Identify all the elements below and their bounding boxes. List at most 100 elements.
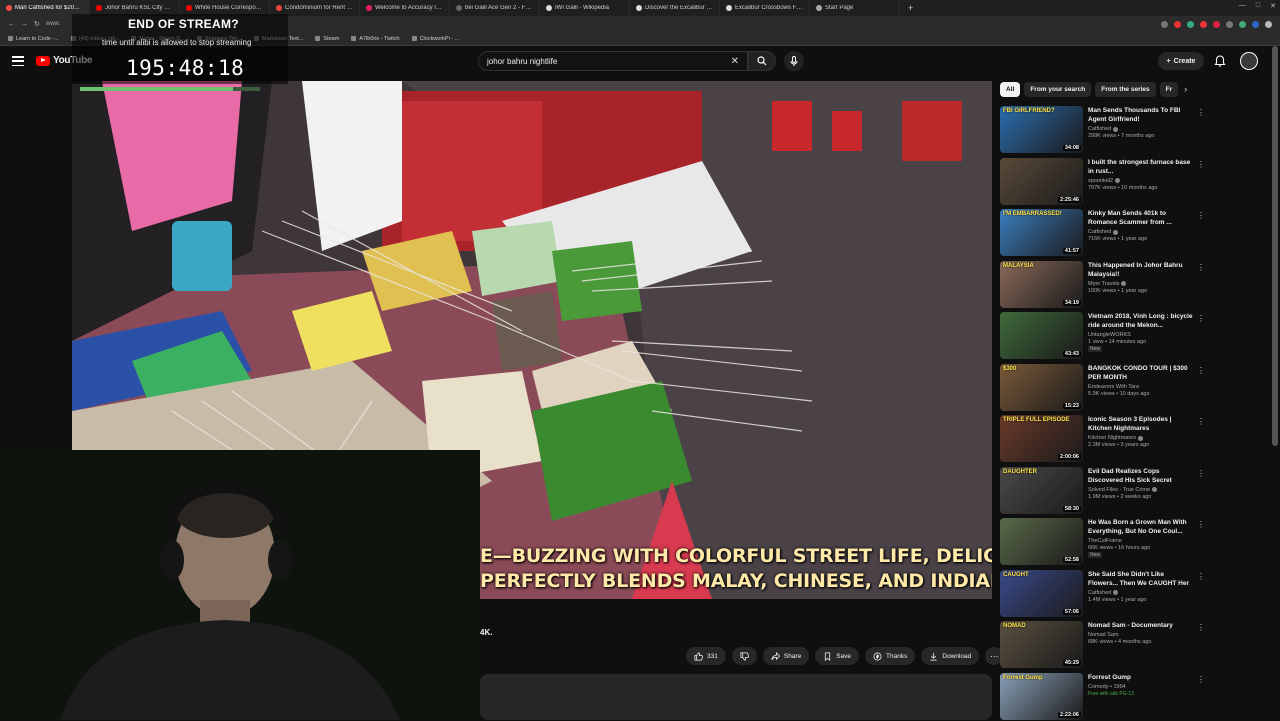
channel-name[interactable]: Catfished: [1088, 126, 1111, 132]
scrollbar[interactable]: [1272, 46, 1278, 446]
recommended-video[interactable]: DAUGHTER 58:30 Evil Dad Realizes Cops Disc…: [1000, 466, 1205, 515]
video-thumbnail[interactable]: Forrest Gump 2:22:06: [1000, 672, 1083, 720]
browser-tab[interactable]: Excalibur Crossbows From: [720, 0, 810, 16]
filter-chip[interactable]: From your search: [1024, 81, 1092, 97]
video-thumbnail[interactable]: MALAYSIA 34:19: [1000, 260, 1083, 308]
video-title[interactable]: BANGKOK CONDO TOUR | $300 PER MONTH: [1088, 364, 1194, 382]
recommended-video[interactable]: CAUGHT 57:06 She Said She Didn't Like Flow…: [1000, 569, 1205, 618]
extension-icon[interactable]: [1161, 20, 1168, 28]
channel-name[interactable]: Endeavors With Tara: [1088, 384, 1139, 390]
channel-name[interactable]: TheCutFrame: [1088, 538, 1122, 544]
filter-chip[interactable]: All: [1000, 81, 1021, 97]
video-title[interactable]: Iconic Season 3 Episodes | Kitchen Night…: [1088, 415, 1194, 433]
bookmark-item[interactable]: Learn to Code -...: [8, 36, 59, 42]
clear-search-icon[interactable]: ✕: [731, 56, 739, 67]
video-title[interactable]: Man Sends Thousands To FBI Agent Girlfri…: [1088, 106, 1194, 124]
more-options-icon[interactable]: ⋮: [1197, 520, 1205, 529]
video-thumbnail[interactable]: CAUGHT 57:06: [1000, 569, 1083, 617]
extension-icon[interactable]: [1239, 20, 1246, 28]
video-thumbnail[interactable]: NOMAD 45:29: [1000, 621, 1083, 668]
recommended-video[interactable]: I'M EMBARRASSED! 41:57 Kinky Man Sends 401…: [1000, 209, 1205, 257]
recommended-video[interactable]: TRIPLE FULL EPISODE 2:00:06 Iconic Season …: [1000, 415, 1205, 463]
notifications-bell-icon[interactable]: [1213, 54, 1227, 68]
recommended-video[interactable]: Forrest Gump 2:22:06 Forrest Gump Comedy • …: [1000, 672, 1205, 721]
video-thumbnail[interactable]: I'M EMBARRASSED! 41:57: [1000, 209, 1083, 256]
extension-icon[interactable]: [1174, 20, 1181, 28]
video-title[interactable]: He Was Born a Grown Man With Everything,…: [1088, 518, 1194, 536]
browser-tab[interactable]: Discover the Excalibur Meg: [630, 0, 720, 16]
minimize-icon[interactable]: —: [1239, 2, 1246, 10]
video-thumbnail[interactable]: FBI GIRLFRIEND? 34:08: [1000, 106, 1083, 153]
channel-name[interactable]: Myer Travels: [1088, 281, 1119, 287]
browser-tab[interactable]: IWI Galil - Wikipedia: [540, 0, 630, 16]
extension-icon[interactable]: [1187, 20, 1194, 28]
description-box[interactable]: [480, 674, 992, 720]
browser-tab[interactable]: Start Page: [810, 0, 900, 16]
back-icon[interactable]: ←: [8, 21, 15, 28]
voice-search-button[interactable]: [784, 51, 804, 71]
extension-icon[interactable]: [1213, 20, 1220, 28]
more-options-icon[interactable]: ⋮: [1197, 108, 1205, 117]
more-options-icon[interactable]: ⋮: [1197, 366, 1205, 375]
chevron-right-icon[interactable]: ›: [1184, 84, 1187, 94]
search-button[interactable]: [748, 51, 776, 71]
browser-tab[interactable]: Welcome to Accuracy Inter: [360, 0, 450, 16]
recommended-video[interactable]: 43:43 Vietnam 2018, Vinh Long : bicycle r…: [1000, 312, 1205, 360]
dislike-button[interactable]: [731, 647, 757, 665]
video-thumbnail[interactable]: 2:25:46: [1000, 157, 1083, 205]
browser-tab[interactable]: bei Galil Ace Gen 2 - For Sa: [450, 0, 540, 16]
save-button[interactable]: Save: [815, 647, 860, 665]
recommended-video[interactable]: NOMAD 45:29 Nomad Sam - Documentary Nomad S…: [1000, 621, 1205, 669]
video-title[interactable]: Nomad Sam - Documentary: [1088, 621, 1194, 630]
extension-icon[interactable]: [1226, 20, 1233, 28]
close-window-icon[interactable]: ✕: [1270, 2, 1276, 10]
channel-name[interactable]: Comedy • 1994: [1088, 684, 1126, 690]
recommended-video[interactable]: $300 15:23 BANGKOK CONDO TOUR | $300 PER M…: [1000, 363, 1205, 412]
bookmark-item[interactable]: ClockworkPi - ...: [411, 36, 459, 42]
channel-name[interactable]: Catfished: [1088, 590, 1111, 596]
bookmark-item[interactable]: Steam: [315, 36, 339, 42]
video-thumbnail[interactable]: TRIPLE FULL EPISODE 2:00:06: [1000, 415, 1083, 462]
more-options-icon[interactable]: ⋮: [1197, 314, 1205, 323]
video-title[interactable]: Forrest Gump: [1088, 673, 1194, 682]
more-options-icon[interactable]: ⋮: [1197, 623, 1205, 632]
maximize-icon[interactable]: □: [1256, 2, 1260, 10]
share-button[interactable]: Share: [762, 647, 810, 665]
menu-icon[interactable]: [12, 56, 24, 66]
account-avatar[interactable]: [1240, 52, 1258, 70]
channel-name[interactable]: Solved Files - True Crime: [1088, 487, 1150, 493]
video-title[interactable]: Vietnam 2018, Vinh Long : bicycle ride a…: [1088, 312, 1194, 330]
extension-icon[interactable]: [1252, 20, 1259, 28]
more-options-icon[interactable]: ⋮: [1197, 211, 1205, 220]
extension-icon[interactable]: [1200, 20, 1207, 28]
recommended-video[interactable]: FBI GIRLFRIEND? 34:08 Man Sends Thousands …: [1000, 106, 1205, 154]
video-thumbnail[interactable]: 43:43: [1000, 312, 1083, 359]
bookmark-item[interactable]: A7lb0rix - Twitch: [351, 36, 400, 42]
video-title[interactable]: Kinky Man Sends 401k to Romance Scammer …: [1088, 209, 1194, 227]
recommended-video[interactable]: 52:58 He Was Born a Grown Man With Everyt…: [1000, 518, 1205, 566]
new-tab-icon[interactable]: +: [908, 3, 913, 13]
channel-name[interactable]: Kitchen Nightmares: [1088, 435, 1136, 441]
forward-icon[interactable]: →: [21, 21, 28, 28]
filter-chip[interactable]: From the series: [1095, 81, 1156, 97]
thanks-button[interactable]: Thanks: [865, 647, 916, 665]
more-options-icon[interactable]: ⋮: [1197, 263, 1205, 272]
create-button[interactable]: + Create: [1158, 52, 1204, 70]
download-button[interactable]: Download: [921, 647, 980, 665]
search-input[interactable]: johor bahru nightlife ✕: [478, 51, 748, 71]
like-button[interactable]: 331: [686, 647, 726, 665]
video-thumbnail[interactable]: 52:58: [1000, 518, 1083, 565]
channel-name[interactable]: spoonkid2: [1088, 178, 1113, 184]
filter-chip[interactable]: Fr: [1159, 81, 1179, 97]
more-options-icon[interactable]: ⋮: [1197, 417, 1205, 426]
more-options-icon[interactable]: ⋮: [1197, 160, 1205, 169]
more-options-icon[interactable]: ⋮: [1197, 572, 1205, 581]
video-thumbnail[interactable]: $300 15:23: [1000, 363, 1083, 411]
video-title[interactable]: Evil Dad Realizes Cops Discovered His Si…: [1088, 467, 1194, 485]
video-thumbnail[interactable]: DAUGHTER 58:30: [1000, 466, 1083, 514]
reload-icon[interactable]: ↻: [34, 20, 40, 28]
recommended-video[interactable]: 2:25:46 I built the strongest furnace bas…: [1000, 157, 1205, 206]
recommended-video[interactable]: MALAYSIA 34:19 This Happened In Johor Bahr…: [1000, 260, 1205, 309]
video-title[interactable]: I built the strongest furnace base in ru…: [1088, 158, 1194, 176]
channel-name[interactable]: UntangleWORKS: [1088, 332, 1131, 338]
